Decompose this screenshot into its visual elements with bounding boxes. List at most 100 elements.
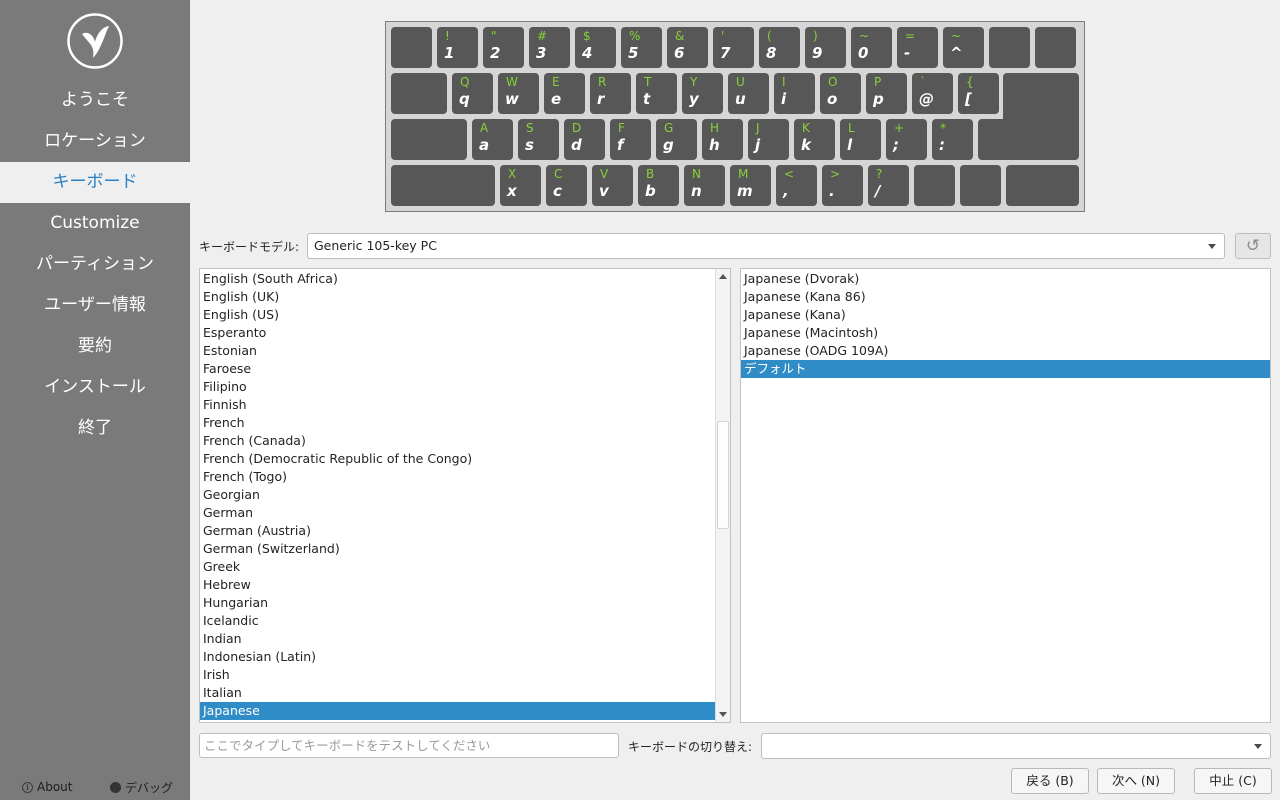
- layout-list-item[interactable]: French (Canada): [200, 432, 716, 450]
- variant-list-item[interactable]: Japanese (OADG 109A): [741, 342, 1270, 360]
- keyboard-key: {[: [958, 73, 999, 114]
- layout-list-item[interactable]: Hebrew: [200, 576, 716, 594]
- keyboard-key: [960, 165, 1001, 206]
- scroll-down-icon[interactable]: [719, 712, 727, 717]
- key-label: c: [553, 182, 562, 200]
- keyboard-key: ' 7: [713, 27, 754, 68]
- key-shift-label: #: [537, 29, 548, 43]
- sidebar-step: キーボード: [0, 162, 190, 203]
- layout-list-item[interactable]: French (Democratic Republic of the Congo…: [200, 450, 716, 468]
- keyboard-key: [391, 165, 495, 206]
- variant-list-item[interactable]: Japanese (Kana 86): [741, 288, 1270, 306]
- keyboard-test-input[interactable]: [199, 733, 619, 758]
- chevron-down-icon: [1208, 244, 1216, 249]
- variant-list-item[interactable]: Japanese (Dvorak): [741, 270, 1270, 288]
- key-label: 5: [628, 44, 639, 62]
- layout-list-item[interactable]: Italian: [200, 684, 716, 702]
- layout-list-item[interactable]: German: [200, 504, 716, 522]
- keyboard-key: [1035, 27, 1076, 68]
- layout-list-item[interactable]: Irish: [200, 666, 716, 684]
- layout-list-scrollbar[interactable]: [715, 269, 730, 722]
- scrollbar-thumb[interactable]: [717, 421, 729, 529]
- keyboard-key: ) 9: [805, 27, 846, 68]
- keyboard-key: Bb: [638, 165, 679, 206]
- key-shift-label: $: [583, 29, 591, 43]
- sidebar-step: 終了: [78, 418, 112, 438]
- key-label: q: [459, 90, 470, 108]
- variant-list-item[interactable]: デフォルト: [741, 360, 1270, 378]
- keyboard-model-label: キーボードモデル:: [199, 240, 300, 254]
- enter-key: [1003, 73, 1079, 160]
- reset-model-button[interactable]: ↺: [1235, 233, 1271, 259]
- layout-list-item[interactable]: French: [200, 414, 716, 432]
- key-shift-label: F: [618, 121, 625, 135]
- layout-list-item[interactable]: German (Switzerland): [200, 540, 716, 558]
- key-label: [: [965, 90, 972, 108]
- bug-icon: [110, 781, 121, 793]
- cancel-button[interactable]: 中止 (C): [1194, 768, 1272, 794]
- keyboard-key: Dd: [564, 119, 605, 160]
- keyboard-key: [989, 27, 1030, 68]
- layout-list-item[interactable]: English (US): [200, 306, 716, 324]
- keyboard-key: ~0: [851, 27, 892, 68]
- layout-list-item[interactable]: French (Togo): [200, 468, 716, 486]
- key-label: k: [801, 136, 811, 154]
- key-label: ^: [950, 44, 963, 62]
- sidebar: ようこそ ロケーション キーボード Customize パーティション ユーザー情報 要約イ…: [0, 0, 190, 800]
- layout-list-item[interactable]: Hungarian: [200, 594, 716, 612]
- key-shift-label: A: [480, 121, 489, 135]
- layout-list-item[interactable]: German (Austria): [200, 522, 716, 540]
- about-button[interactable]: i About: [22, 779, 72, 795]
- key-shift-label: *: [940, 121, 946, 135]
- variant-list-item[interactable]: Japanese (Macintosh): [741, 324, 1270, 342]
- keyboard-key: ` @: [912, 73, 953, 114]
- layout-list-item[interactable]: Finnish: [200, 396, 716, 414]
- keyboard-key: Oo: [820, 73, 861, 114]
- keyboard-model-select[interactable]: Generic 105-key PC: [307, 233, 1225, 259]
- key-shift-label: R: [598, 75, 607, 89]
- variant-list[interactable]: Japanese (Dvorak) Japanese (Kana 86) Japan…: [740, 268, 1271, 723]
- variant-list-item[interactable]: Japanese (Kana): [741, 306, 1270, 324]
- key-shift-label: N: [692, 167, 701, 181]
- layout-list-item[interactable]: Greek: [200, 558, 716, 576]
- debug-button[interactable]: デバッグ: [110, 779, 173, 795]
- key-label: y: [689, 90, 699, 108]
- keyboard-key: Xx: [500, 165, 541, 206]
- next-button[interactable]: 次へ (N): [1097, 768, 1175, 794]
- keyboard-key: Ii: [774, 73, 815, 114]
- layout-list-item[interactable]: Esperanto: [200, 324, 716, 342]
- key-shift-label: W: [506, 75, 518, 89]
- chevron-down-icon: [1254, 744, 1262, 749]
- layout-list-item[interactable]: Japanese: [200, 702, 716, 720]
- layout-list-item[interactable]: Faroese: [200, 360, 716, 378]
- keyboard-key: #3: [529, 27, 570, 68]
- keyboard-key: Gg: [656, 119, 697, 160]
- layout-list-item[interactable]: Indian: [200, 630, 716, 648]
- key-shift-label: O: [828, 75, 838, 89]
- keyboard-key: Aa: [472, 119, 513, 160]
- key-label: a: [479, 136, 490, 154]
- keyboard-key: [1006, 165, 1079, 206]
- keyboard-switch-select[interactable]: [761, 733, 1271, 759]
- key-label: l: [847, 136, 853, 154]
- layout-list-item[interactable]: Georgian: [200, 486, 716, 504]
- layout-list-item[interactable]: Indonesian (Latin): [200, 648, 716, 666]
- key-shift-label: =: [905, 29, 916, 43]
- layout-list-item[interactable]: English (South Africa): [200, 270, 716, 288]
- debug-label: デバッグ: [125, 780, 174, 795]
- key-label: 2: [490, 44, 501, 62]
- layout-list-item[interactable]: Estonian: [200, 342, 716, 360]
- layout-list[interactable]: English (South Africa) English (UK) Englis…: [199, 268, 731, 723]
- keyboard-key: Ll: [840, 119, 881, 160]
- layout-list-item[interactable]: English (UK): [200, 288, 716, 306]
- keyboard-key: Kk: [794, 119, 835, 160]
- key-label: 8: [766, 44, 777, 62]
- layout-list-item[interactable]: Icelandic: [200, 612, 716, 630]
- key-label: v: [599, 182, 609, 200]
- scroll-up-icon[interactable]: [719, 274, 727, 279]
- back-button[interactable]: 戻る (B): [1011, 768, 1089, 794]
- sidebar-step: 要約: [78, 336, 112, 356]
- keyboard-key: Ww: [498, 73, 539, 114]
- key-shift-label: ): [813, 29, 818, 43]
- layout-list-item[interactable]: Filipino: [200, 378, 716, 396]
